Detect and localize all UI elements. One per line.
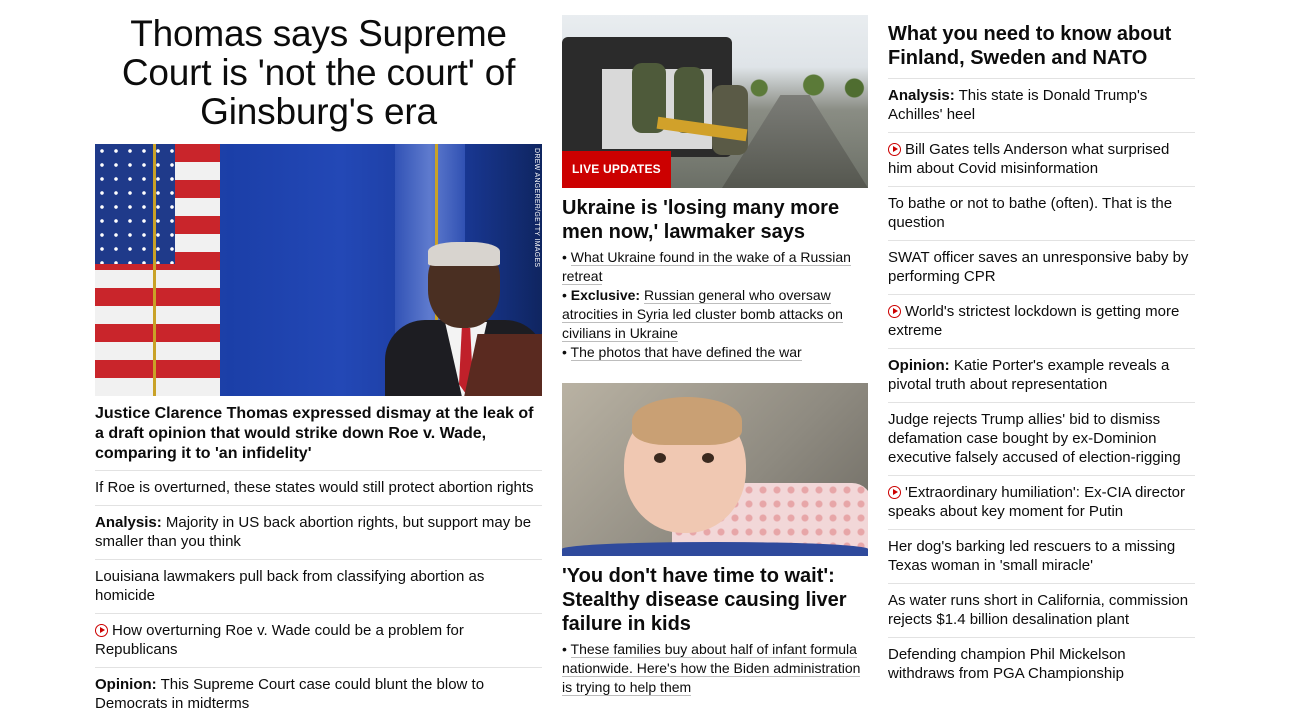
link-text[interactable]: Louisiana lawmakers pull back from class…: [95, 568, 484, 604]
lead-story-image[interactable]: DREW ANGERER/GETTY IMAGES: [95, 144, 542, 396]
right-links-list: Analysis: This state is Donald Trump's A…: [888, 78, 1195, 691]
liver-story-image[interactable]: [562, 383, 868, 556]
list-item[interactable]: How overturning Roe v. Wade could be a p…: [95, 613, 542, 667]
bullet-link[interactable]: These families buy about half of infant …: [562, 641, 861, 696]
flag-pole: [153, 144, 156, 396]
link-text[interactable]: How overturning Roe v. Wade could be a p…: [95, 622, 464, 658]
podium-graphic: [462, 334, 542, 396]
bullet-item[interactable]: • The photos that have defined the war: [562, 343, 868, 362]
image-credit: DREW ANGERER/GETTY IMAGES: [533, 148, 540, 268]
link-text[interactable]: As water runs short in California, commi…: [888, 592, 1188, 628]
list-item[interactable]: Analysis: Majority in US back abortion r…: [95, 505, 542, 559]
list-item[interactable]: Her dog's barking led rescuers to a miss…: [888, 529, 1195, 583]
link-label: Opinion:: [888, 357, 950, 374]
video-play-icon: [888, 143, 901, 156]
ukraine-headline[interactable]: Ukraine is 'losing many more men now,' l…: [562, 196, 868, 244]
bullet-item[interactable]: • These families buy about half of infan…: [562, 640, 868, 697]
link-text[interactable]: If Roe is overturned, these states would…: [95, 479, 534, 496]
list-item[interactable]: World's strictest lockdown is getting mo…: [888, 294, 1195, 348]
link-text[interactable]: Bill Gates tells Anderson what surprised…: [888, 141, 1169, 177]
list-item[interactable]: Judge rejects Trump allies' bid to dismi…: [888, 402, 1195, 475]
link-label: Analysis:: [95, 514, 162, 531]
right-column: What you need to know about Finland, Swe…: [888, 0, 1195, 691]
bullet-link[interactable]: What Ukraine found in the wake of a Russ…: [562, 249, 851, 285]
list-item[interactable]: 'Extraordinary humiliation': Ex-CIA dire…: [888, 475, 1195, 529]
bullet-label: Exclusive:: [570, 287, 641, 303]
video-play-icon: [95, 624, 108, 637]
lead-headline[interactable]: Thomas says Supreme Court is 'not the co…: [95, 14, 542, 131]
link-text[interactable]: SWAT officer saves an unresponsive baby …: [888, 249, 1188, 285]
list-item[interactable]: If Roe is overturned, these states would…: [95, 470, 542, 505]
lead-caption[interactable]: Justice Clarence Thomas expressed dismay…: [95, 404, 542, 464]
right-headline[interactable]: What you need to know about Finland, Swe…: [888, 22, 1195, 70]
bullet-link[interactable]: The photos that have defined the war: [570, 344, 802, 361]
middle-column: LIVE UPDATES Ukraine is 'losing many mor…: [562, 0, 868, 697]
live-updates-badge[interactable]: LIVE UPDATES: [562, 151, 671, 188]
lead-story-column: Thomas says Supreme Court is 'not the co…: [95, 0, 542, 721]
link-label: Opinion:: [95, 676, 157, 693]
bullet-item[interactable]: • Exclusive: Russian general who oversaw…: [562, 286, 868, 343]
liver-bullets: • These families buy about half of infan…: [562, 640, 868, 697]
video-play-icon: [888, 305, 901, 318]
bullet-item[interactable]: • What Ukraine found in the wake of a Ru…: [562, 248, 868, 286]
list-item[interactable]: Louisiana lawmakers pull back from class…: [95, 559, 542, 613]
link-text[interactable]: 'Extraordinary humiliation': Ex-CIA dire…: [888, 484, 1185, 520]
link-text[interactable]: To bathe or not to bathe (often). That i…: [888, 195, 1172, 231]
list-item[interactable]: To bathe or not to bathe (often). That i…: [888, 186, 1195, 240]
list-item[interactable]: Defending champion Phil Mickelson withdr…: [888, 637, 1195, 691]
list-item[interactable]: Analysis: This state is Donald Trump's A…: [888, 78, 1195, 132]
list-item[interactable]: Opinion: This Supreme Court case could b…: [95, 667, 542, 721]
liver-headline[interactable]: 'You don't have time to wait': Stealthy …: [562, 564, 868, 636]
link-label: Analysis:: [888, 87, 955, 104]
video-play-icon: [888, 486, 901, 499]
list-item[interactable]: SWAT officer saves an unresponsive baby …: [888, 240, 1195, 294]
us-flag-graphic: [95, 144, 220, 396]
link-text[interactable]: World's strictest lockdown is getting mo…: [888, 303, 1179, 339]
ukraine-story-image[interactable]: LIVE UPDATES: [562, 15, 868, 188]
link-text[interactable]: Judge rejects Trump allies' bid to dismi…: [888, 411, 1181, 466]
link-text[interactable]: Her dog's barking led rescuers to a miss…: [888, 538, 1175, 574]
list-item[interactable]: Bill Gates tells Anderson what surprised…: [888, 132, 1195, 186]
ukraine-bullets: • What Ukraine found in the wake of a Ru…: [562, 248, 868, 362]
link-text[interactable]: Defending champion Phil Mickelson withdr…: [888, 646, 1126, 682]
list-item[interactable]: Opinion: Katie Porter's example reveals …: [888, 348, 1195, 402]
list-item[interactable]: As water runs short in California, commi…: [888, 583, 1195, 637]
related-links-list: If Roe is overturned, these states would…: [95, 470, 542, 721]
